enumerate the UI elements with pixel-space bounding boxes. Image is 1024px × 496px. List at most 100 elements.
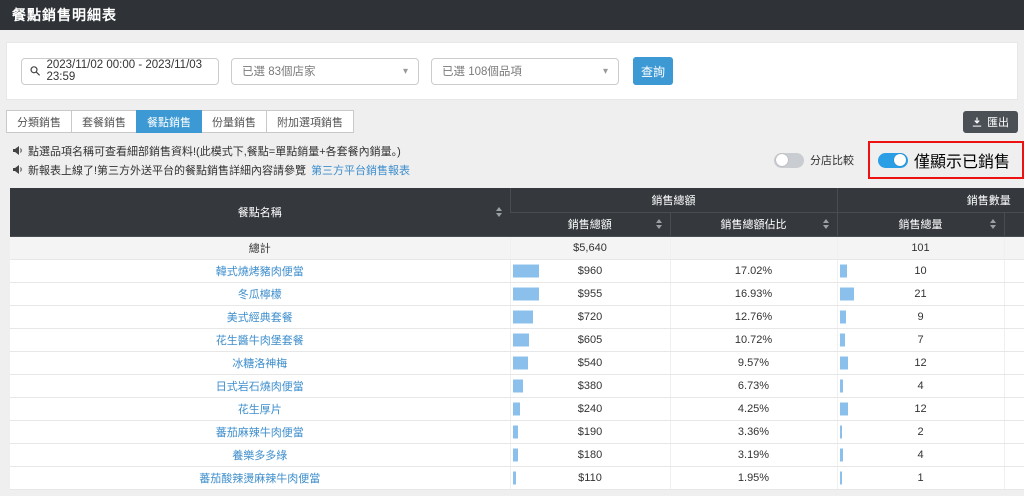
toggle-knob: [894, 154, 906, 166]
amount-cell: $540: [510, 351, 670, 374]
item-name-link[interactable]: 花生厚片: [238, 404, 282, 416]
total-amount-cell: $5,640: [510, 236, 670, 259]
total-empty-cell: [1004, 236, 1024, 259]
qty-value: 21: [914, 288, 926, 300]
amount-bar: [513, 356, 528, 369]
item-select-value: 已選 108個品項: [442, 63, 522, 79]
item-name-link[interactable]: 冰糖洛神梅: [232, 358, 287, 370]
qty-bar: [840, 287, 854, 300]
qty-cell: 12: [837, 351, 1004, 374]
qty-cell: 1: [837, 466, 1004, 489]
item-select[interactable]: 已選 108個品項 ▾: [431, 58, 619, 85]
qty-cell: 9: [837, 305, 1004, 328]
column-header-qty-label: 銷售總量: [899, 219, 943, 231]
notice-line-2: 新報表上線了!第三方外送平台的餐點銷售詳細內容請參覽第三方平台銷售報表: [12, 160, 410, 179]
column-header-amount[interactable]: 銷售總額: [510, 212, 670, 236]
qty-cell: 12: [837, 397, 1004, 420]
amount-bar: [513, 310, 533, 323]
amount-cell: $110: [510, 466, 670, 489]
qty-cell: 2: [837, 420, 1004, 443]
amount-cell: $720: [510, 305, 670, 328]
third-party-report-link[interactable]: 第三方平台銷售報表: [311, 162, 410, 178]
item-name-link[interactable]: 冬瓜檸檬: [238, 289, 282, 301]
name-cell: 冰糖洛神梅: [10, 351, 510, 374]
sales-table: 餐點名稱 銷售總額 銷售數量 銷售總額 銷售總額佔比 銷售總量: [10, 188, 1024, 490]
amount-pct-cell: 3.36%: [670, 420, 837, 443]
empty-cell: [1004, 374, 1024, 397]
amount-value: $110: [578, 472, 602, 484]
amount-pct-cell: 9.57%: [670, 351, 837, 374]
table-row: 蕃茄麻辣牛肉便當$1903.36%2: [10, 420, 1024, 443]
table-row: 花生醬牛肉堡套餐$60510.72%7: [10, 328, 1024, 351]
item-name-link[interactable]: 養樂多多綠: [232, 450, 287, 462]
tab-category-sales[interactable]: 分類銷售: [6, 110, 72, 133]
name-cell: 花生厚片: [10, 397, 510, 420]
qty-cell: 7: [837, 328, 1004, 351]
amount-pct-cell: 1.95%: [670, 466, 837, 489]
tab-addon-sales[interactable]: 附加選項銷售: [266, 110, 354, 133]
search-icon: [30, 65, 40, 77]
only-sold-toggle[interactable]: [878, 153, 908, 168]
column-header-qty[interactable]: 銷售總量: [837, 212, 1004, 236]
filter-bar: 2023/11/02 00:00 - 2023/11/03 23:59 已選 8…: [6, 42, 1018, 100]
empty-cell: [1004, 420, 1024, 443]
qty-cell: 4: [837, 443, 1004, 466]
qty-bar: [840, 425, 842, 438]
total-pct-cell: [670, 236, 837, 259]
amount-bar: [513, 379, 523, 392]
table-row: 美式經典套餐 $720 12.76% 9: [10, 305, 1024, 328]
item-name-link[interactable]: 日式岩石燒肉便當: [216, 381, 304, 393]
qty-value: 9: [917, 311, 923, 323]
sort-icon: [496, 207, 502, 217]
date-range-input[interactable]: 2023/11/02 00:00 - 2023/11/03 23:59: [21, 58, 219, 85]
column-header-name[interactable]: 餐點名稱: [10, 188, 510, 236]
store-select[interactable]: 已選 83個店家 ▾: [231, 58, 419, 85]
item-name-link[interactable]: 韓式燒烤豬肉便當: [216, 266, 304, 278]
column-header-amount-pct-label: 銷售總額佔比: [721, 219, 787, 231]
qty-value: 1: [917, 472, 923, 484]
only-sold-label: 僅顯示已銷售: [914, 148, 1010, 172]
amount-cell: $180: [510, 443, 670, 466]
name-cell: 冬瓜檸檬: [10, 282, 510, 305]
amount-bar: [513, 402, 520, 415]
amount-pct-cell: 12.76%: [670, 305, 837, 328]
tab-combo-sales[interactable]: 套餐銷售: [71, 110, 137, 133]
qty-value: 2: [917, 426, 923, 438]
item-name-link[interactable]: 蕃茄麻辣牛肉便當: [216, 427, 304, 439]
branch-compare-toggle[interactable]: [774, 153, 804, 168]
amount-value: $380: [578, 380, 602, 392]
qty-bar: [840, 379, 843, 392]
amount-bar: [513, 425, 518, 438]
announcement-icon: [12, 145, 23, 156]
column-group-amount: 銷售總額: [510, 188, 837, 212]
export-button[interactable]: 匯出: [963, 111, 1018, 133]
toggles: 分店比較 僅顯示已銷售: [774, 141, 1024, 179]
column-header-amount-pct[interactable]: 銷售總額佔比: [670, 212, 837, 236]
empty-cell: [1004, 328, 1024, 351]
announcement-icon: [12, 164, 23, 175]
notice-line-1: 點選品項名稱可查看細部銷售資料!(此模式下,餐點=單點銷量+各套餐內銷量。): [12, 141, 410, 160]
qty-bar: [840, 356, 848, 369]
tab-portion-sales[interactable]: 份量銷售: [201, 110, 267, 133]
column-group-qty: 銷售數量: [837, 188, 1024, 212]
qty-cell: 10: [837, 259, 1004, 282]
name-cell: 美式經典套餐: [10, 305, 510, 328]
empty-cell: [1004, 466, 1024, 489]
empty-cell: [1004, 282, 1024, 305]
chevron-down-icon: ▾: [603, 66, 608, 77]
tab-meal-sales[interactable]: 餐點銷售: [136, 110, 202, 133]
empty-cell: [1004, 259, 1024, 282]
name-cell: 韓式燒烤豬肉便當: [10, 259, 510, 282]
info-row: 點選品項名稱可查看細部銷售資料!(此模式下,餐點=單點銷量+各套餐內銷量。) 新…: [12, 141, 1024, 179]
amount-value: $720: [578, 311, 602, 323]
query-button[interactable]: 查詢: [633, 57, 673, 85]
annotation-red-box: 僅顯示已銷售: [868, 141, 1024, 179]
name-cell: 日式岩石燒肉便當: [10, 374, 510, 397]
item-name-link[interactable]: 美式經典套餐: [227, 312, 293, 324]
empty-cell: [1004, 397, 1024, 420]
sort-icon: [823, 219, 829, 229]
item-name-link[interactable]: 花生醬牛肉堡套餐: [216, 335, 304, 347]
amount-pct-cell: 6.73%: [670, 374, 837, 397]
item-name-link[interactable]: 蕃茄酸辣燙麻辣牛肉便當: [199, 473, 320, 485]
amount-pct-cell: 10.72%: [670, 328, 837, 351]
